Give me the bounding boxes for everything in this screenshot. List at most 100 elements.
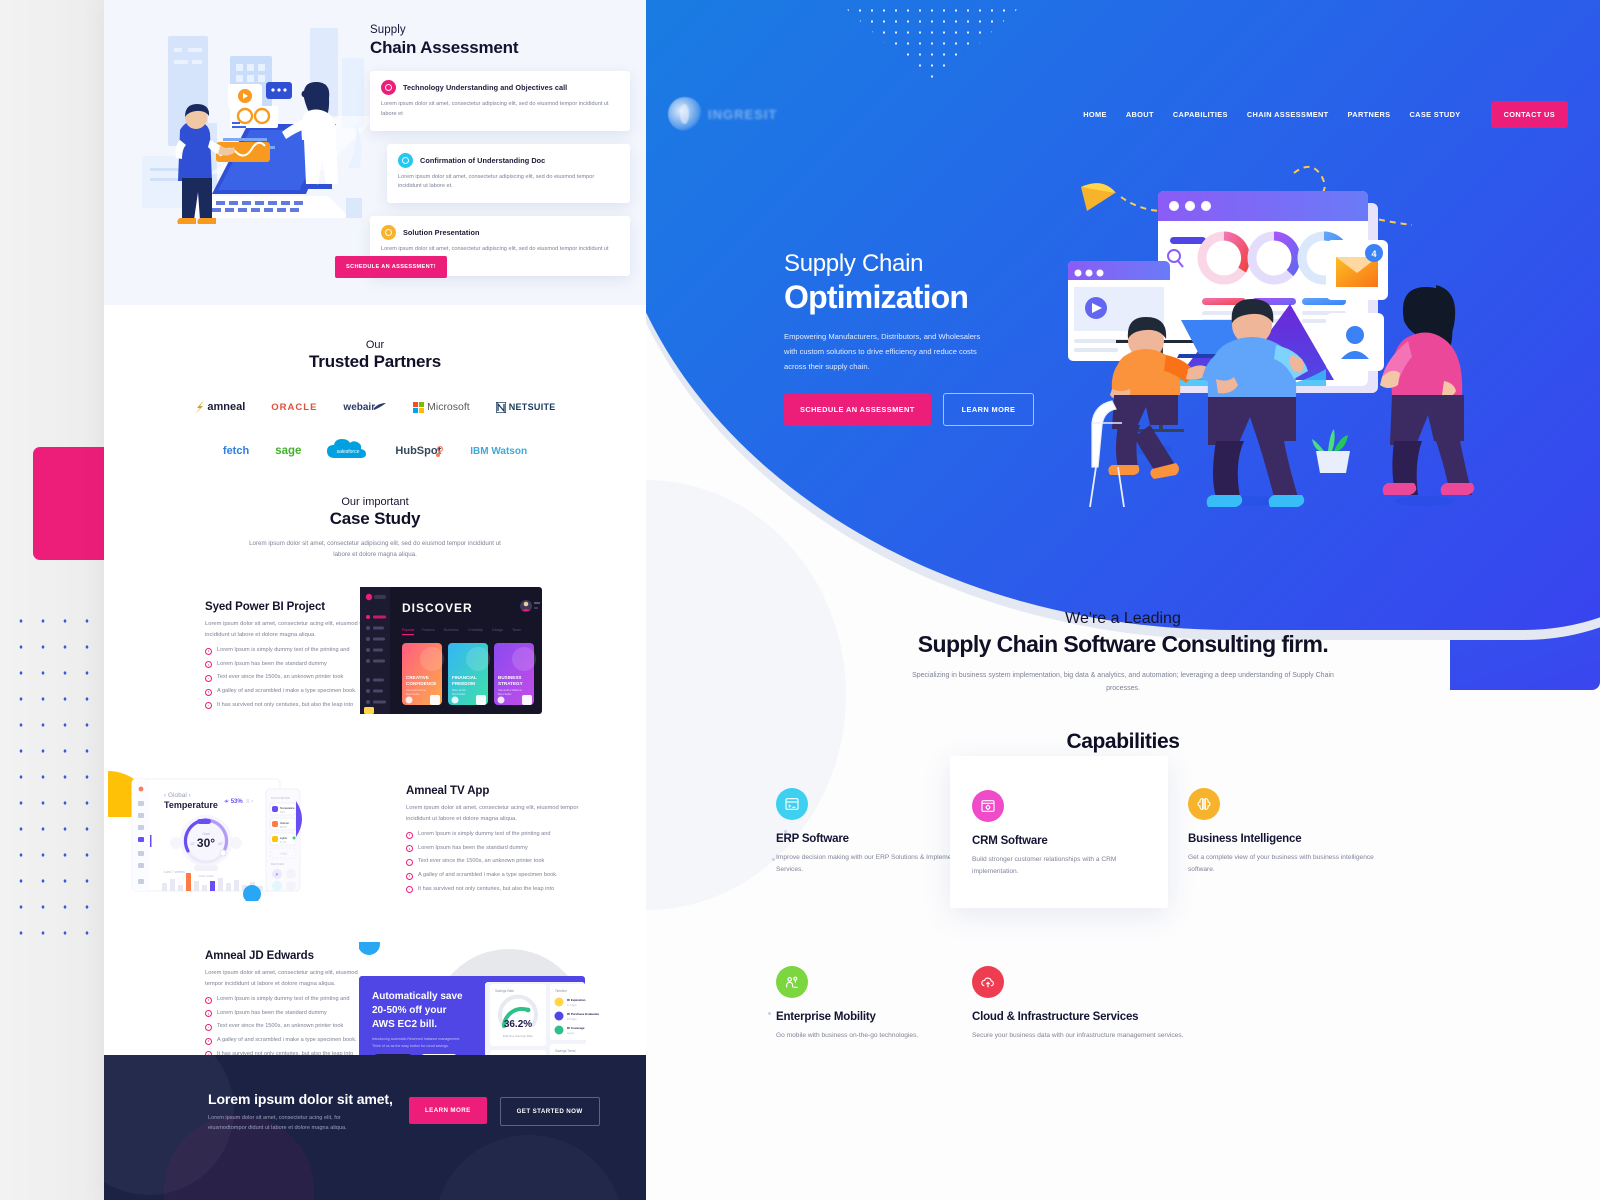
nav-link-partners[interactable]: PARTNERS [1348,110,1391,119]
project-2-name: Amneal TV App [406,784,490,797]
case-study-kicker: Our important [341,496,409,508]
assessment-step-1[interactable]: Technology Understanding and Objectives … [370,71,630,131]
capability-card-crm-software[interactable]: CRM Software Build stronger customer rel… [950,756,1168,909]
step-2-bullet-icon [398,152,413,168]
cta-body: Lorem ipsum dolor sit amet, consectetur … [208,1115,347,1131]
nav-link-chain-assessment[interactable]: CHAIN ASSESSMENT [1247,110,1329,119]
step-1-body: Lorem ipsum dolor sit amet, consectetur … [381,101,609,117]
list-item: Text ever since the 1500s, an unknown pr… [205,1023,370,1031]
terminal-window-icon [776,788,808,820]
project-1-name: Syed Power BI Project [205,600,325,613]
svg-text:Last 7 weeks: Last 7 weeks [164,870,185,874]
learn-more-button[interactable]: LEARN MORE [409,1097,487,1124]
settings-window-icon [972,790,1004,822]
svg-text:P: P [276,872,279,877]
left-page-mockup: Supply Chain Assessment Technology Under… [104,0,646,1200]
schedule-assessment-button[interactable]: SCHEDULE AN ASSESSMENT! [335,256,447,278]
project-1-mockup: DISCOVER Popular Finance Business Creati… [360,586,542,719]
svg-text:Best Seller: Best Seller [498,692,512,696]
svg-text:Finance: Finance [422,628,435,632]
svg-text:36.2%: 36.2% [504,1019,532,1030]
nav-link-capabilities[interactable]: CAPABILITIES [1173,110,1228,119]
svg-text:DEVICES: DEVICES [271,862,284,866]
svg-text:8 / 12: 8 / 12 [280,841,287,844]
svg-text:Effective Savings Rate: Effective Savings Rate [503,1034,533,1038]
bullet-icon [205,674,212,682]
svg-text:Timeline: Timeline [555,989,567,993]
svg-text:CONFIDENCE: CONFIDENCE [406,681,436,686]
svg-text:in 6 days: in 6 days [567,1018,577,1021]
partner-label: ORACLE [271,401,318,413]
svg-text:Best Seller: Best Seller [406,692,420,696]
logo-text: INGRESIT [708,106,778,122]
list-item: Lorem Ipsum has been the standard dummy [406,845,586,853]
svg-text:Team: Team [512,628,521,632]
partner-logo-row-1: amneal ORACLE webair Microsoft NETSUITE [104,394,646,420]
capability-name: Cloud & Infrastructure Services [972,1011,1139,1024]
svg-text:Temperature: Temperature [280,806,295,810]
capability-card-cloud-infrastructure[interactable]: Cloud & Infrastructure Services Secure y… [972,966,1232,1042]
capability-desc: Go mobile with business on-the-go techno… [776,1032,919,1040]
capability-card-erp-software[interactable]: ERP Software Improve decision making wit… [776,788,972,908]
list-item: It has survived not only centuries, but … [406,886,586,894]
case-study-title: Case Study [329,509,421,528]
list-item: A galley of and scrambled i make a type … [205,688,385,696]
bullet-icon [406,872,413,880]
get-started-button[interactable]: GET STARTED NOW [499,1097,600,1126]
step-2-body: Lorem ipsum dolor sit amet, consectetur … [398,173,595,190]
capability-desc: Build stronger customer relationships wi… [972,856,1117,876]
partner-label: amneal [207,401,246,413]
bullet-text: A galley of and scrambled i make a type … [217,1037,357,1044]
list-item: Lorem Ipsum has been the standard dummy [205,1010,370,1018]
partner-logo-sage: sage [275,438,301,464]
svg-text:98.2%: 98.2% [280,826,288,829]
step-2-title: Confirmation of Understanding Doc [420,155,546,165]
leading-body: Specializing in business system implemen… [912,672,1334,692]
capabilities-grid: ERP Software Improve decision making wit… [646,756,1600,1043]
screenshot-stage: Supply Chain Assessment Technology Under… [0,0,1600,1200]
svg-text:FAVOURITES: FAVOURITES [271,796,290,800]
svg-text:Design: Design [492,628,503,632]
bullet-icon [205,702,212,710]
contact-us-button[interactable]: CONTACT US [1490,100,1568,128]
bullet-icon [205,661,212,669]
project-2-mockup: ‹ Global › Temperature ≁ 53% ≡ › Goal 30… [106,761,306,906]
chain-assessment-section: Supply Chain Assessment Technology Under… [104,0,646,305]
svg-text:Introducing automatic Reserved: Introducing automatic Reserved Instance … [372,1037,460,1041]
leading-section: We're a Leading Supply Chain Software Co… [646,610,1600,696]
partner-logo-amneal: amneal [194,394,245,420]
bullet-text: Lorem Ipsum has been the standard dummy [217,1009,327,1016]
svg-text:FINANCIAL: FINANCIAL [452,675,477,680]
hero-learn-more-button[interactable]: LEARN MORE [942,393,1035,427]
list-item: A galley of and scrambled i make a type … [205,1037,370,1045]
capability-card-enterprise-mobility[interactable]: Enterprise Mobility Go mobile with busin… [776,966,972,1042]
partner-logo-hubspot: HubSpot [395,438,444,464]
bullet-icon [406,858,413,866]
svg-text:4: 4 [1371,249,1376,259]
assessment-copy: Supply Chain Assessment Technology Under… [370,24,630,276]
nav-link-case-study[interactable]: CASE STUDY [1409,110,1460,119]
hero-body: Empowering Manufacturers, Distributors, … [784,332,981,371]
capability-card-business-intelligence[interactable]: Business Intelligence Get a complete vie… [1188,788,1384,908]
svg-text:review: review [567,1032,574,1035]
bullet-text: It has survived not only centuries, but … [217,701,354,708]
partner-label: fetch [222,445,250,457]
leading-title: Supply Chain Software Consulting firm. [917,631,1329,657]
site-logo[interactable]: INGRESIT [668,97,777,131]
svg-text:Internet: Internet [280,821,289,825]
assessment-step-2[interactable]: Confirmation of Understanding Doc Lorem … [387,143,630,204]
svg-text:Popular: Popular [402,628,415,632]
list-item: Text ever since the 1500s, an unknown pr… [406,858,586,866]
partner-logo-fetch: fetch [223,438,249,464]
svg-text:+ Add: + Add [279,851,287,855]
svg-text:Color scale: Color scale [198,874,213,878]
bullet-icon [406,886,413,894]
nav-link-home[interactable]: HOME [1083,110,1107,119]
nav-link-about[interactable]: ABOUT [1126,110,1154,119]
svg-text:STRATEGY: STRATEGY [498,681,523,686]
svg-text:RI Expiration: RI Expiration [567,998,586,1002]
partner-label: NETSUITE [508,402,556,412]
svg-text:CREATIVE: CREATIVE [406,675,429,680]
hero-schedule-assessment-button[interactable]: SCHEDULE AN ASSESSMENT [784,393,931,427]
bottom-cta-banner: Lorem ipsum dolor sit amet, Lorem ipsum … [104,1055,646,1200]
